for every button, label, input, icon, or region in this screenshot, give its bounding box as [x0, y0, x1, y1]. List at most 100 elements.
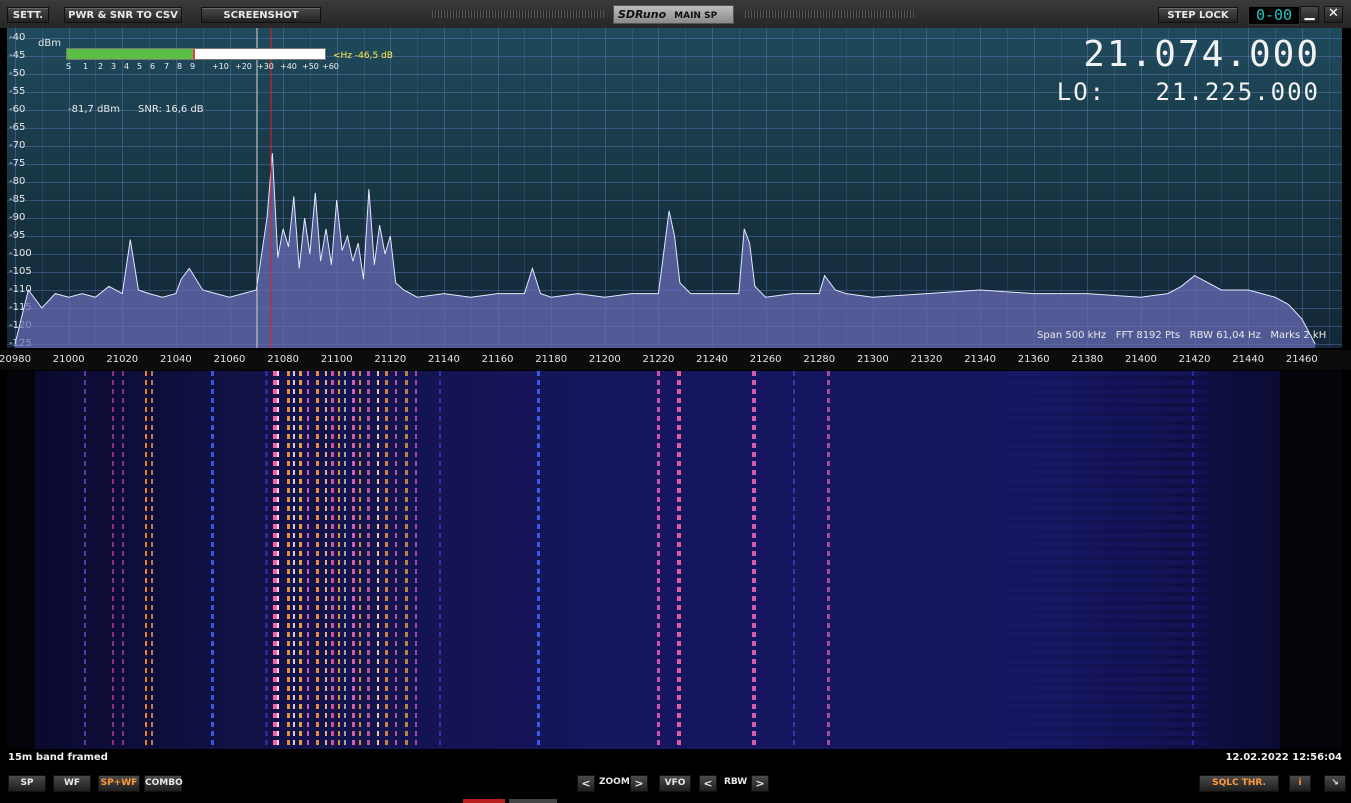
waterfall-streak	[316, 371, 319, 749]
s-meter-tick: 3	[111, 62, 117, 71]
span-info: Span 500 kHz FFT 8192 Pts RBW 61,04 Hz M…	[1037, 330, 1326, 341]
hz-readout: <Hz -46,5 dB	[333, 51, 393, 61]
waterfall-streak	[827, 371, 830, 749]
sdruno-logo: SDRuno MAIN SP	[613, 5, 734, 24]
x-tick-label: 21060	[213, 354, 246, 365]
brand-label: SDRuno	[618, 8, 667, 21]
frequency-axis[interactable]: 20980 21000 21020 21040 21060 21080 21100 21120…	[0, 350, 1351, 370]
s-meter-tick: 8	[177, 62, 183, 71]
vfo-button[interactable]: VFO	[659, 775, 691, 792]
s-meter-tick: +40	[280, 62, 297, 71]
s-meter-fill	[67, 49, 194, 59]
waterfall-streak	[405, 371, 408, 749]
info-button[interactable]: i	[1289, 775, 1311, 792]
x-tick-label: 21260	[749, 354, 782, 365]
vfo-frequency[interactable]: 21.074.000	[1083, 34, 1320, 75]
sp-button[interactable]: SP	[8, 775, 46, 792]
waterfall-streak	[537, 371, 540, 749]
s-meter-tick: +30	[257, 62, 274, 71]
s-meter-tick: +10	[212, 62, 229, 71]
zoom-out-button[interactable]: <	[577, 775, 595, 792]
zoom-in-button[interactable]: >	[630, 775, 648, 792]
waterfall-streak	[265, 371, 268, 749]
waterfall-streak	[299, 371, 302, 749]
rbw-prev-button[interactable]: <	[699, 775, 717, 792]
rbw-label: RBW 61,04 Hz	[1189, 330, 1261, 341]
x-tick-label: 20980	[0, 354, 31, 365]
waterfall-streak	[439, 371, 441, 749]
waterfall-panel[interactable]	[7, 371, 1342, 749]
waterfall-streak	[752, 371, 756, 749]
rbw-next-button[interactable]: >	[751, 775, 769, 792]
s-meter-peak	[193, 49, 196, 59]
waterfall-streak	[793, 371, 795, 749]
minimize-button[interactable]: ▁	[1300, 6, 1319, 23]
drag-grip-right[interactable]	[745, 10, 915, 18]
spectrum-panel[interactable]: -40 -45 -50 -55 -60 -65 -70 -75 -80 -85 -90 -95 -100…	[7, 28, 1342, 348]
x-tick-label: 21320	[910, 354, 943, 365]
bottom-bar: 15m band framed 12.02.2022 12:56:04 SP W…	[0, 749, 1351, 803]
screenshot-button[interactable]: SCREENSHOT	[201, 7, 321, 23]
lo-frequency: 21.225.000	[1155, 78, 1320, 106]
tab-indicator	[509, 799, 557, 803]
waterfall-streak	[122, 371, 124, 749]
waterfall-streak	[338, 371, 340, 749]
sqlc-threshold-button[interactable]: SQLC THR.	[1199, 775, 1279, 792]
resize-icon[interactable]: ↘	[1324, 775, 1346, 792]
wf-button[interactable]: WF	[53, 775, 91, 792]
timestamp: 12.02.2022 12:56:04	[1225, 752, 1343, 763]
waterfall-streak	[277, 371, 279, 749]
s-meter-tick: 4	[124, 62, 130, 71]
waterfall-streak	[385, 371, 388, 749]
x-tick-label: 21000	[52, 354, 85, 365]
waterfall-streak	[344, 371, 346, 749]
x-tick-label: 21400	[1125, 354, 1157, 365]
step-lock-button[interactable]: STEP LOCK	[1158, 7, 1238, 23]
s-meter-tick: 7	[164, 62, 170, 71]
waterfall-streak	[307, 371, 309, 749]
combo-button[interactable]: COMBO	[144, 775, 183, 792]
waterfall-streak	[84, 371, 86, 749]
waterfall-streak	[151, 371, 153, 749]
x-tick-label: 21460	[1285, 354, 1318, 365]
waterfall-streak	[352, 371, 355, 749]
s-meter-tick: 6	[150, 62, 156, 71]
waterfall-streak	[677, 371, 681, 749]
sp-wf-button[interactable]: SP+WF	[98, 775, 140, 792]
x-tick-label: 21160	[481, 354, 514, 365]
x-tick-label: 21120	[374, 354, 407, 365]
x-tick-label: 21300	[856, 354, 889, 365]
zoom-label: ZOOM	[599, 777, 630, 787]
x-tick-label: 21200	[588, 354, 621, 365]
settings-button[interactable]: SETT.	[7, 7, 49, 23]
waterfall-streak	[377, 371, 379, 749]
snr-readout: SNR: 16,6 dB	[138, 104, 204, 115]
x-tick-label: 21280	[803, 354, 836, 365]
x-tick-label: 21360	[1017, 354, 1050, 365]
x-tick-label: 21340	[964, 354, 996, 365]
waterfall-streak	[395, 371, 397, 749]
s-meter-tick: +50	[302, 62, 319, 71]
drag-grip-left[interactable]	[432, 10, 604, 18]
s-meter-tick: +20	[235, 62, 252, 71]
lo-frequency-row[interactable]: LO: 21.225.000	[1057, 78, 1320, 106]
s-meter-tick: S	[66, 62, 72, 71]
title-bar: SETT. PWR & SNR TO CSV SCREENSHOT SDRuno…	[0, 0, 1351, 28]
rbw-label: RBW	[724, 777, 748, 787]
x-tick-label: 21440	[1232, 354, 1265, 365]
tab-indicator-active	[463, 799, 505, 803]
waterfall-streak	[359, 371, 361, 749]
x-tick-label: 21080	[267, 354, 300, 365]
close-button[interactable]: ✕	[1324, 6, 1343, 23]
waterfall-streak	[415, 371, 417, 749]
panel-label: MAIN SP	[674, 11, 718, 21]
s-meter-bar	[66, 48, 326, 60]
x-tick-label: 21240	[696, 354, 728, 365]
x-tick-label: 21220	[642, 354, 675, 365]
s-meter-tick: +60	[322, 62, 339, 71]
x-tick-label: 21420	[1178, 354, 1211, 365]
waterfall-streak	[287, 371, 290, 749]
pwr-snr-csv-button[interactable]: PWR & SNR TO CSV	[64, 7, 182, 23]
waterfall-streak	[145, 371, 147, 749]
spectrum-trace	[14, 28, 1316, 348]
